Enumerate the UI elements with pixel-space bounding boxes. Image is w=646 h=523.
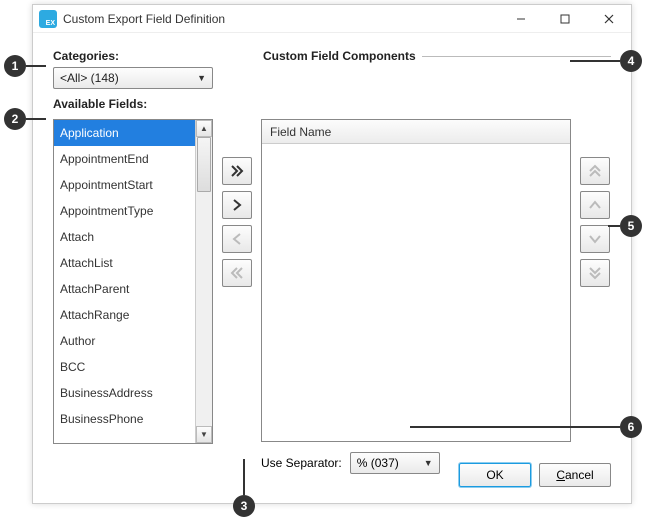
move-down-button[interactable] [580, 225, 610, 253]
double-chevron-left-icon [230, 266, 244, 280]
available-fields-label: Available Fields: [53, 97, 213, 111]
callout-1: 1 [4, 55, 26, 77]
group-divider [422, 56, 611, 57]
available-fields-list[interactable]: Application AppointmentEnd AppointmentSt… [53, 119, 213, 444]
separator-dropdown[interactable]: % (037) ▼ [350, 452, 440, 474]
scroll-thumb[interactable] [197, 137, 211, 192]
callout-5: 5 [620, 215, 642, 237]
maximize-icon [560, 14, 570, 24]
move-bottom-button[interactable] [580, 259, 610, 287]
scroll-up-button[interactable]: ▲ [196, 120, 212, 137]
list-item[interactable]: BCC [54, 354, 195, 380]
categories-dropdown-value: <All> (148) [60, 71, 119, 85]
dialog-window: Custom Export Field Definition Categorie… [32, 4, 632, 504]
list-item[interactable]: Attach [54, 224, 195, 250]
list-item[interactable]: AppointmentType [54, 198, 195, 224]
minimize-icon [516, 14, 526, 24]
list-item[interactable]: AttachParent [54, 276, 195, 302]
window-title: Custom Export Field Definition [63, 12, 225, 26]
remove-all-button[interactable] [222, 259, 252, 287]
list-item[interactable]: AppointmentStart [54, 172, 195, 198]
callout-3: 3 [233, 495, 255, 517]
categories-label: Categories: [53, 49, 213, 63]
categories-dropdown[interactable]: <All> (148) ▼ [53, 67, 213, 89]
double-chevron-up-icon [588, 164, 602, 178]
scrollbar[interactable]: ▲ ▼ [195, 120, 212, 443]
list-item[interactable]: AttachRange [54, 302, 195, 328]
list-item[interactable]: Author [54, 328, 195, 354]
close-icon [604, 14, 614, 24]
remove-button[interactable] [222, 225, 252, 253]
list-item[interactable]: Application [54, 120, 195, 146]
add-all-button[interactable] [222, 157, 252, 185]
minimize-button[interactable] [499, 5, 543, 33]
titlebar: Custom Export Field Definition [33, 5, 631, 33]
callout-2: 2 [4, 108, 26, 130]
use-separator-label: Use Separator: [261, 456, 342, 470]
list-item[interactable]: BusinessPhone [54, 406, 195, 432]
components-column-header: Field Name [262, 120, 570, 144]
move-top-button[interactable] [580, 157, 610, 185]
list-item[interactable]: AppointmentEnd [54, 146, 195, 172]
ok-button-label: OK [486, 468, 503, 482]
separator-dropdown-value: % (037) [357, 456, 399, 470]
scroll-down-button[interactable]: ▼ [196, 426, 212, 443]
chevron-up-icon [588, 198, 602, 212]
double-chevron-right-icon [230, 164, 244, 178]
chevron-down-icon: ▼ [197, 73, 206, 83]
chevron-left-icon [230, 232, 244, 246]
list-item[interactable]: BusinessAddress [54, 380, 195, 406]
callout-4: 4 [620, 50, 642, 72]
close-button[interactable] [587, 5, 631, 33]
callout-6: 6 [620, 416, 642, 438]
custom-components-label: Custom Field Components [263, 49, 416, 63]
custom-components-list[interactable]: Field Name [261, 119, 571, 442]
chevron-right-icon [230, 198, 244, 212]
chevron-down-icon: ▼ [424, 458, 433, 468]
move-up-button[interactable] [580, 191, 610, 219]
ok-button[interactable]: OK [459, 463, 531, 487]
cancel-button[interactable]: Cancel [539, 463, 611, 487]
scroll-track[interactable] [196, 137, 212, 426]
maximize-button[interactable] [543, 5, 587, 33]
list-item[interactable]: AttachList [54, 250, 195, 276]
app-icon [39, 10, 57, 28]
double-chevron-down-icon [588, 266, 602, 280]
chevron-down-icon [588, 232, 602, 246]
add-button[interactable] [222, 191, 252, 219]
